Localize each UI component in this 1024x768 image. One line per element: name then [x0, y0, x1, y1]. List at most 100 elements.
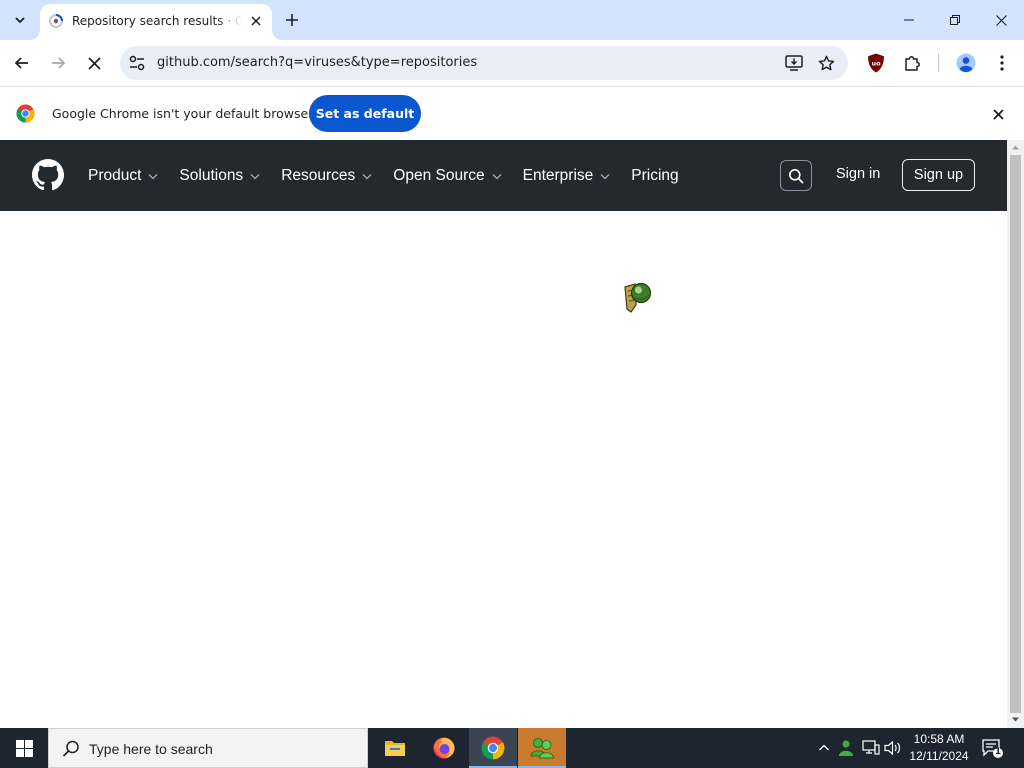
- svg-text:uo: uo: [871, 60, 881, 68]
- github-header: Product Solutions Resources Open Source …: [0, 140, 1007, 211]
- chevron-down-icon: [492, 173, 502, 179]
- profile-icon: [956, 53, 976, 73]
- close-icon: [992, 108, 1004, 120]
- set-as-default-button[interactable]: Set as default: [309, 95, 421, 132]
- taskbar-people-app[interactable]: [518, 728, 566, 768]
- start-button[interactable]: [0, 728, 48, 768]
- new-tab-button[interactable]: [281, 9, 303, 31]
- chevron-down-icon: [250, 173, 260, 179]
- chevron-down-icon: [148, 173, 158, 179]
- nav-enterprise[interactable]: Enterprise: [523, 167, 612, 185]
- url-text[interactable]: github.com/search?q=viruses&type=reposit…: [157, 55, 477, 70]
- infobar-close-button[interactable]: [988, 104, 1008, 124]
- tray-volume[interactable]: [883, 738, 903, 758]
- ublock-extension-button[interactable]: uo: [862, 49, 890, 77]
- scroll-down-arrow-icon[interactable]: [1011, 715, 1020, 724]
- taskbar-firefox[interactable]: [420, 728, 468, 768]
- site-settings-icon[interactable]: [128, 54, 146, 72]
- minimize-icon: [904, 19, 914, 21]
- scrollbar-thumb[interactable]: [1010, 155, 1021, 713]
- close-window-button[interactable]: [978, 0, 1024, 40]
- tab-title: Repository search results · GitHub: [72, 14, 242, 28]
- plus-icon: [286, 14, 298, 26]
- profile-button[interactable]: [952, 49, 980, 77]
- scroll-up-arrow-icon[interactable]: [1011, 143, 1020, 152]
- github-logo-icon[interactable]: [32, 159, 64, 191]
- close-icon: [995, 14, 1007, 26]
- restore-button[interactable]: [932, 0, 978, 40]
- back-button[interactable]: [8, 49, 36, 77]
- people-tray-icon: [839, 740, 853, 756]
- page-viewport: Product Solutions Resources Open Source …: [0, 140, 1024, 728]
- chevron-up-icon: [819, 744, 829, 751]
- stop-loading-button[interactable]: [80, 49, 108, 77]
- nav-pricing[interactable]: Pricing: [631, 167, 678, 185]
- toolbar-divider: [938, 54, 939, 72]
- install-app-button[interactable]: [784, 53, 804, 73]
- notification-count: 1: [994, 747, 1002, 757]
- close-icon: [87, 56, 101, 70]
- taskbar-clock[interactable]: 10:58 AM 12/11/2024: [906, 731, 972, 765]
- file-explorer-icon: [385, 741, 405, 756]
- chevron-down-icon: [15, 17, 25, 24]
- taskbar-file-explorer[interactable]: [371, 728, 419, 768]
- nav-label: Enterprise: [522, 166, 594, 184]
- browser-toolbar: github.com/search?q=viruses&type=reposit…: [0, 40, 1024, 86]
- chevron-down-icon: [362, 173, 372, 179]
- github-search-button[interactable]: [780, 160, 812, 191]
- nav-resources[interactable]: Resources: [281, 167, 373, 185]
- search-icon: [789, 168, 804, 183]
- close-icon: [251, 16, 261, 26]
- search-icon: [62, 740, 79, 757]
- people-app-icon: [530, 738, 554, 759]
- infobar-message: Google Chrome isn't your default browser: [52, 106, 314, 121]
- default-browser-infobar: Google Chrome isn't your default browser…: [0, 86, 1024, 140]
- nav-open-source[interactable]: Open Source: [393, 167, 502, 185]
- taskbar-search-box[interactable]: Type here to search: [48, 728, 368, 768]
- nav-label: Resources: [281, 166, 356, 184]
- speaker-icon: [884, 740, 901, 756]
- sign-in-link[interactable]: Sign in: [836, 166, 880, 182]
- nav-solutions[interactable]: Solutions: [179, 167, 261, 185]
- install-app-icon: [785, 55, 803, 71]
- bookmark-button[interactable]: [816, 53, 836, 73]
- forward-arrow-icon: [52, 57, 66, 69]
- github-primary-nav: Product Solutions Resources Open Source …: [88, 140, 699, 211]
- puzzle-icon: [905, 56, 920, 71]
- star-icon: [818, 55, 834, 70]
- nav-product[interactable]: Product: [88, 167, 159, 185]
- loading-spinner-icon: [49, 14, 63, 28]
- minimize-button[interactable]: [886, 0, 932, 40]
- windows-logo-icon: [15, 739, 33, 757]
- restore-icon: [950, 15, 960, 25]
- nav-label: Solutions: [179, 166, 244, 184]
- ublock-shield-icon: uo: [868, 53, 884, 73]
- clock-date: 12/11/2024: [909, 749, 969, 763]
- extensions-button[interactable]: [898, 49, 926, 77]
- sign-up-button[interactable]: Sign up: [902, 159, 975, 191]
- clock-time: 10:58 AM: [913, 732, 965, 746]
- windows-taskbar: Type here to search 10:58 AM 12/11/2024 …: [0, 728, 1024, 768]
- chrome-logo-icon: [16, 104, 35, 123]
- chrome-icon: [481, 736, 505, 760]
- nav-label: Pricing: [631, 166, 679, 184]
- tray-people-app[interactable]: [836, 738, 856, 758]
- taskbar-search-placeholder: Type here to search: [89, 741, 213, 757]
- busy-cursor-icon: [624, 282, 652, 313]
- taskbar-chrome[interactable]: [469, 728, 517, 768]
- back-arrow-icon: [14, 57, 28, 69]
- tray-overflow-button[interactable]: [814, 738, 834, 758]
- kebab-menu-icon: [1000, 55, 1004, 71]
- nav-label: Product: [88, 166, 142, 184]
- active-tab[interactable]: Repository search results · GitHub: [40, 4, 272, 40]
- chrome-menu-button[interactable]: [988, 49, 1016, 77]
- action-center-button[interactable]: 1: [980, 736, 1004, 760]
- forward-button[interactable]: [44, 49, 72, 77]
- page-scrollbar[interactable]: [1007, 140, 1024, 728]
- nav-label: Open Source: [393, 166, 485, 184]
- tab-close-button[interactable]: [248, 13, 264, 29]
- address-bar[interactable]: github.com/search?q=viruses&type=reposit…: [120, 46, 848, 80]
- firefox-icon: [433, 737, 455, 759]
- tray-network[interactable]: [861, 738, 881, 758]
- tab-strip: Repository search results · GitHub: [0, 0, 1024, 40]
